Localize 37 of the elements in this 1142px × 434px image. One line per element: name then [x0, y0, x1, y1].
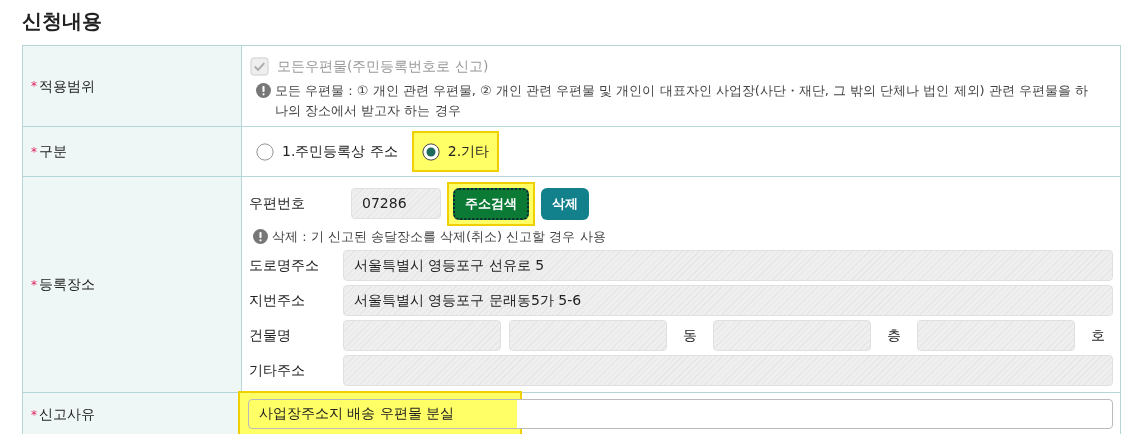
zip-field[interactable]: 07286 [351, 188, 441, 220]
field-label: 기타주소 [249, 361, 306, 380]
field-label: 지번주소 [249, 291, 306, 310]
radio-option[interactable]: 2.기타 [413, 133, 498, 170]
field-label: 건물명 [249, 326, 292, 345]
section-heading: 신청내용 [22, 8, 103, 35]
exclamation-icon [253, 228, 268, 244]
field-label: 등록장소 [39, 275, 95, 294]
field-label: 도로명주소 [249, 256, 320, 275]
note-text: 삭제 : 기 신고된 송달장소를 삭제(취소) 신고할 경우 사용 [272, 227, 606, 246]
checkbox-label: 모든우편물(주민등록번호로 신고) [277, 57, 489, 76]
address-field[interactable] [343, 355, 1113, 386]
unit-label: 층 [887, 326, 901, 345]
radio-icon [421, 142, 440, 161]
field-label: 적용범위 [39, 76, 95, 96]
required-mark: * [31, 406, 37, 424]
field-label: 우편번호 [249, 194, 306, 214]
radio-option[interactable]: 1.주민등록상 주소 [248, 133, 406, 170]
address-field[interactable]: 서울특별시 영등포구 선유로 5 [343, 250, 1113, 281]
required-mark: * [31, 78, 37, 95]
address-field[interactable]: 서울특별시 영등포구 문래동5가 5-6 [343, 285, 1113, 316]
delete-button[interactable]: 삭제 [541, 188, 589, 220]
building-field[interactable] [343, 320, 501, 351]
required-mark: * [31, 143, 37, 161]
required-mark: * [31, 276, 37, 294]
note-text: 모든 우편물 : ① 개인 관련 우편물, ② 개인 관련 우편물 및 개인이 대표자인 사업장(사단・재단, 그 밖의 단체나 법인 제외) 관련 우편물을 하나의 장소에서 받고자 하는 경우 [275, 82, 1089, 120]
reason-field[interactable]: 사업장주소지 배송 우편물 분실 [248, 399, 1113, 429]
unit-label: 동 [683, 326, 697, 345]
exclamation-icon [256, 83, 271, 98]
field-label: 신고사유 [39, 405, 95, 424]
field-label: 구분 [39, 142, 67, 161]
search-address-button[interactable]: 주소검색 [453, 188, 529, 220]
building-field[interactable] [917, 320, 1075, 351]
radio-icon [256, 142, 274, 161]
building-field[interactable] [509, 320, 667, 351]
building-field[interactable] [713, 320, 871, 351]
unit-label: 호 [1091, 326, 1105, 345]
